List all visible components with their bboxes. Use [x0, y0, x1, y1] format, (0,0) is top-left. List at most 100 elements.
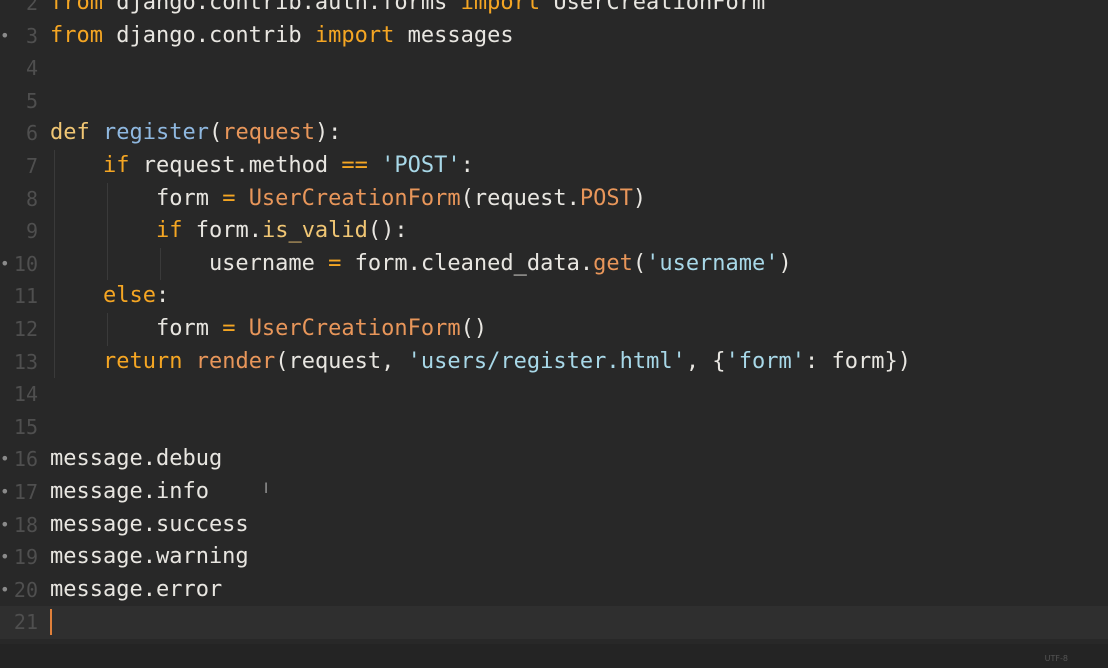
line-number: 17 — [13, 479, 38, 504]
token-kw: if — [155, 218, 183, 244]
code-text[interactable]: username = form.cleaned_data.get('userna… — [50, 248, 792, 281]
token-builtin: is_valid — [261, 218, 368, 244]
token-kw: if — [102, 152, 130, 178]
token-str: 'username' — [646, 250, 779, 276]
token-text: UserCreationForm — [540, 0, 766, 15]
code-text[interactable]: message.debug — [50, 443, 222, 476]
code-text[interactable]: from django.contrib import messages — [50, 20, 514, 53]
token-kw: from — [50, 0, 103, 15]
token-op: = — [328, 250, 342, 276]
token-text: (request, — [275, 348, 408, 374]
token-kw: import — [314, 22, 395, 48]
code-text[interactable]: if form.is_valid(): — [50, 215, 408, 248]
code-line[interactable]: • 10 username = form.cleaned_data.get('us… — [0, 247, 1108, 281]
token-text: message.info — [50, 478, 209, 504]
line-number: 7 — [25, 153, 38, 178]
status-encoding: UTF-8 — [1044, 654, 1068, 663]
token-cls: request — [222, 120, 315, 146]
code-line[interactable]: 4 — [0, 52, 1108, 85]
token-kw: return — [102, 348, 183, 374]
editor-lines[interactable]: 2 from django.contrib.auth.forms import U… — [0, 0, 1108, 639]
token-text: ) — [778, 250, 792, 276]
token-text: message.debug — [50, 446, 223, 472]
line-number: 9 — [25, 219, 38, 244]
code-text[interactable]: message.info — [50, 476, 209, 509]
line-number: 11 — [13, 284, 38, 309]
token-text: django.contrib.auth.forms — [102, 0, 461, 15]
code-line[interactable]: 11 else: — [0, 280, 1108, 313]
token-kw: else — [102, 283, 156, 309]
code-text[interactable]: if request.method == 'POST': — [50, 150, 474, 183]
code-text[interactable]: message.success — [50, 509, 249, 542]
token-op: == — [341, 152, 368, 178]
code-line[interactable]: • 3 from django.contrib import messages — [0, 20, 1108, 53]
line-number: 3 — [25, 23, 38, 48]
token-cls: POST — [579, 185, 633, 211]
token-str: 'users/register.html' — [407, 348, 686, 374]
code-line[interactable]: • 17 message.info — [0, 476, 1108, 509]
code-line[interactable]: 2 from django.contrib.auth.forms import U… — [0, 0, 1108, 20]
code-text[interactable]: return render(request, 'users/register.h… — [50, 346, 911, 379]
token-text: messages — [394, 22, 514, 48]
text-cursor — [50, 609, 52, 636]
token-kw: from — [50, 22, 103, 48]
token-text: form.cleaned_data. — [341, 250, 594, 276]
token-text: username — [50, 250, 329, 276]
line-number: 18 — [13, 512, 38, 537]
line-number: 21 — [13, 610, 38, 635]
code-line[interactable]: 7 if request.method == 'POST': — [0, 149, 1108, 183]
line-number: 15 — [13, 414, 38, 439]
token-text: (request. — [460, 185, 580, 211]
token-text: ): — [314, 120, 342, 146]
code-line[interactable]: 6 def register(request): — [0, 117, 1108, 150]
line-number: 16 — [13, 447, 38, 472]
token-text: (): — [367, 218, 408, 244]
code-line[interactable]: 21 — [0, 606, 1108, 639]
code-line[interactable]: 5 — [0, 85, 1108, 118]
token-kw: import — [460, 0, 541, 15]
code-line[interactable]: 15 — [0, 411, 1108, 444]
code-line[interactable]: • 16 message.debug — [0, 443, 1108, 476]
code-text[interactable]: message.error — [50, 574, 222, 607]
token-text: message.warning — [50, 544, 249, 570]
code-text[interactable]: else: — [50, 280, 169, 313]
token-builtin: def — [50, 120, 90, 146]
code-line[interactable]: 8 form = UserCreationForm(request.POST) — [0, 182, 1108, 216]
ibeam-cursor-icon: I — [264, 481, 269, 497]
code-text[interactable]: form = UserCreationForm(request.POST) — [50, 183, 646, 216]
code-line[interactable]: 12 form = UserCreationForm() — [0, 312, 1108, 346]
code-line[interactable]: 9 if form.is_valid(): — [0, 215, 1108, 248]
code-text[interactable]: def register(request): — [50, 117, 341, 150]
token-text: : — [155, 283, 170, 309]
line-number: 12 — [13, 316, 38, 341]
token-text: : form}) — [805, 348, 912, 374]
token-text: ( — [208, 120, 223, 146]
code-text[interactable]: form = UserCreationForm() — [50, 313, 487, 346]
line-number: 19 — [13, 545, 38, 570]
line-number: 10 — [13, 251, 38, 276]
code-text[interactable] — [50, 606, 52, 639]
line-number: 13 — [13, 349, 38, 374]
code-editor[interactable]: 2 from django.contrib.auth.forms import U… — [0, 0, 1108, 668]
code-line[interactable]: • 19 message.warning — [0, 541, 1108, 574]
line-number: 5 — [25, 88, 38, 113]
code-line[interactable]: 14 — [0, 378, 1108, 411]
code-line[interactable]: • 18 message.success — [0, 509, 1108, 542]
token-cls: UserCreationForm — [248, 315, 461, 341]
code-line[interactable]: • 20 message.error — [0, 574, 1108, 607]
code-line[interactable]: 13 return render(request, 'users/registe… — [0, 345, 1108, 379]
token-text: form — [50, 185, 223, 211]
token-op: = — [222, 185, 236, 211]
status-bar: UTF-8 — [0, 644, 1108, 668]
token-text: request.method — [129, 152, 342, 178]
code-text[interactable]: message.warning — [50, 541, 249, 574]
token-text: django.contrib — [102, 22, 315, 48]
code-text[interactable]: from django.contrib.auth.forms import Us… — [50, 0, 765, 20]
token-text: ( — [632, 250, 647, 276]
